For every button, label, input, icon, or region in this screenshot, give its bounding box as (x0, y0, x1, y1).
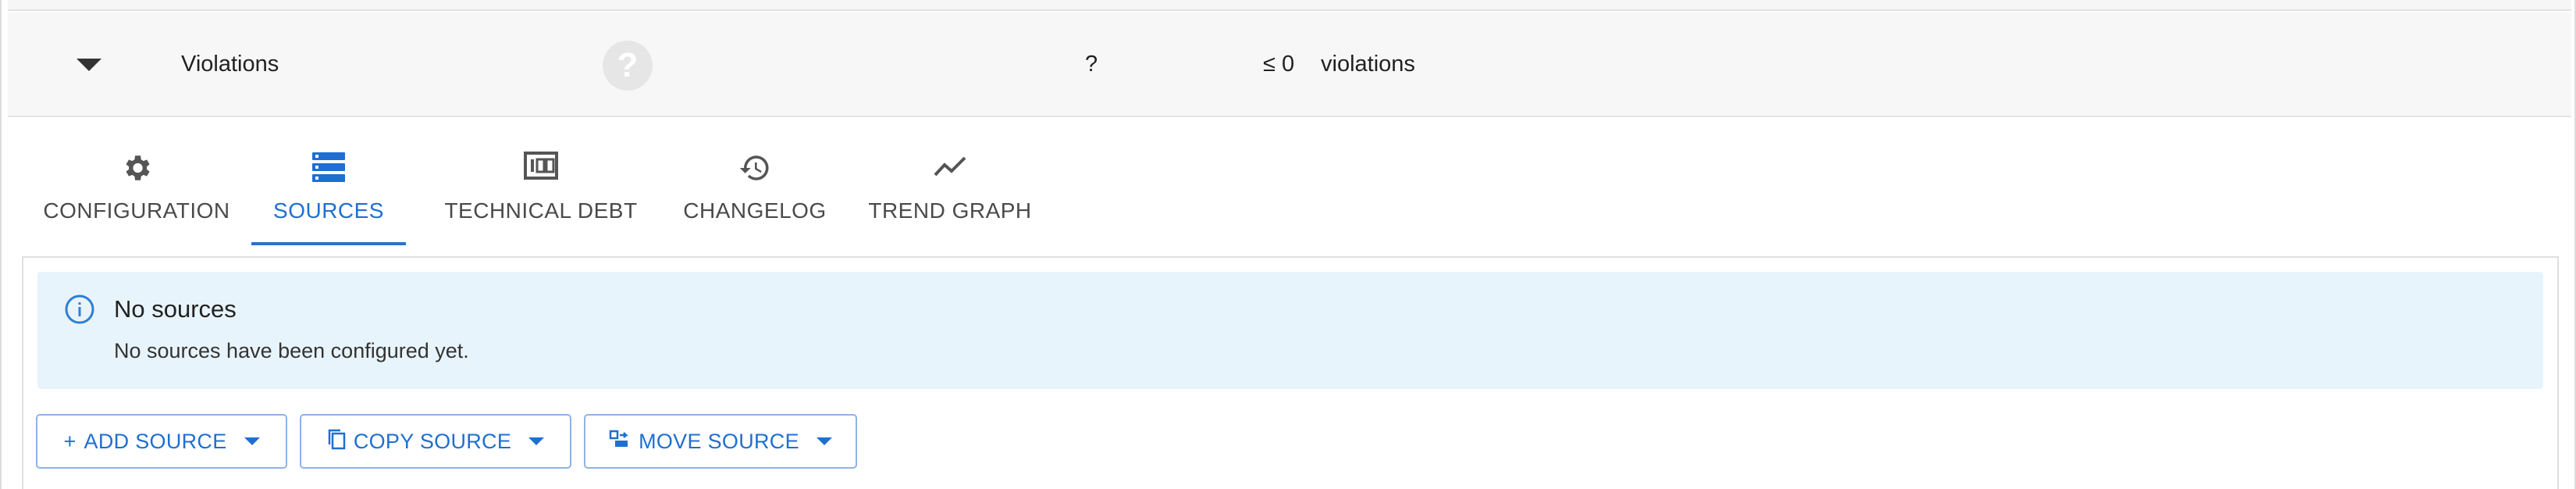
metric-target: ≤ 0 (1263, 52, 1295, 77)
tab-label: CONFIGURATION (43, 198, 230, 223)
tab-bar: CONFIGURATION SOURCES TECHNICAL DEBT CHA… (23, 148, 1038, 245)
info-title: No sources (114, 295, 237, 323)
question-circle-icon[interactable]: ? (603, 41, 653, 91)
metric-value: ? (1085, 52, 1098, 77)
top-divider (8, 0, 2571, 11)
history-icon (665, 152, 845, 189)
info-message: No sources No sources have been configur… (37, 272, 2543, 389)
copy-source-label: COPY SOURCE (353, 429, 512, 453)
plus-icon: + (63, 429, 76, 453)
info-text: No sources have been configured yet. (114, 339, 469, 362)
tab-label: SOURCES (273, 198, 384, 223)
page: Violations ? ? ≤ 0 violations CONFIGURAT… (0, 0, 2576, 489)
copy-source-button[interactable]: COPY SOURCE (300, 414, 571, 469)
chevron-down-icon (244, 437, 260, 445)
chevron-down-icon (528, 437, 545, 445)
tab-configuration[interactable]: CONFIGURATION (23, 148, 250, 245)
copy-icon (327, 428, 346, 455)
tab-label: CHANGELOG (683, 198, 827, 223)
tab-label: TREND GRAPH (868, 198, 1032, 223)
tab-trend-graph[interactable]: TREND GRAPH (851, 148, 1049, 245)
move-source-button[interactable]: MOVE SOURCE (584, 414, 857, 469)
metric-row[interactable]: Violations ? ? ≤ 0 violations (8, 12, 2571, 117)
tab-changelog[interactable]: CHANGELOG (665, 148, 845, 245)
tab-sources[interactable]: SOURCES (251, 148, 406, 245)
collapse-caret-icon[interactable] (76, 59, 101, 71)
line-chart-icon (851, 152, 1049, 189)
move-source-label: MOVE SOURCE (639, 429, 799, 453)
tab-label: TECHNICAL DEBT (444, 198, 638, 223)
metric-name: Violations (181, 52, 279, 77)
move-icon (609, 430, 631, 454)
sources-panel: No sources No sources have been configur… (22, 256, 2559, 489)
tab-technical-debt[interactable]: TECHNICAL DEBT (422, 148, 660, 245)
gear-icon (23, 152, 250, 189)
chevron-down-icon (816, 437, 832, 445)
metric-unit: violations (1321, 52, 1415, 77)
add-source-button[interactable]: + ADD SOURCE (36, 414, 287, 469)
add-source-label: ADD SOURCE (84, 429, 227, 453)
info-circle-icon (64, 294, 95, 329)
money-icon (422, 152, 660, 189)
server-stack-icon (251, 152, 406, 189)
